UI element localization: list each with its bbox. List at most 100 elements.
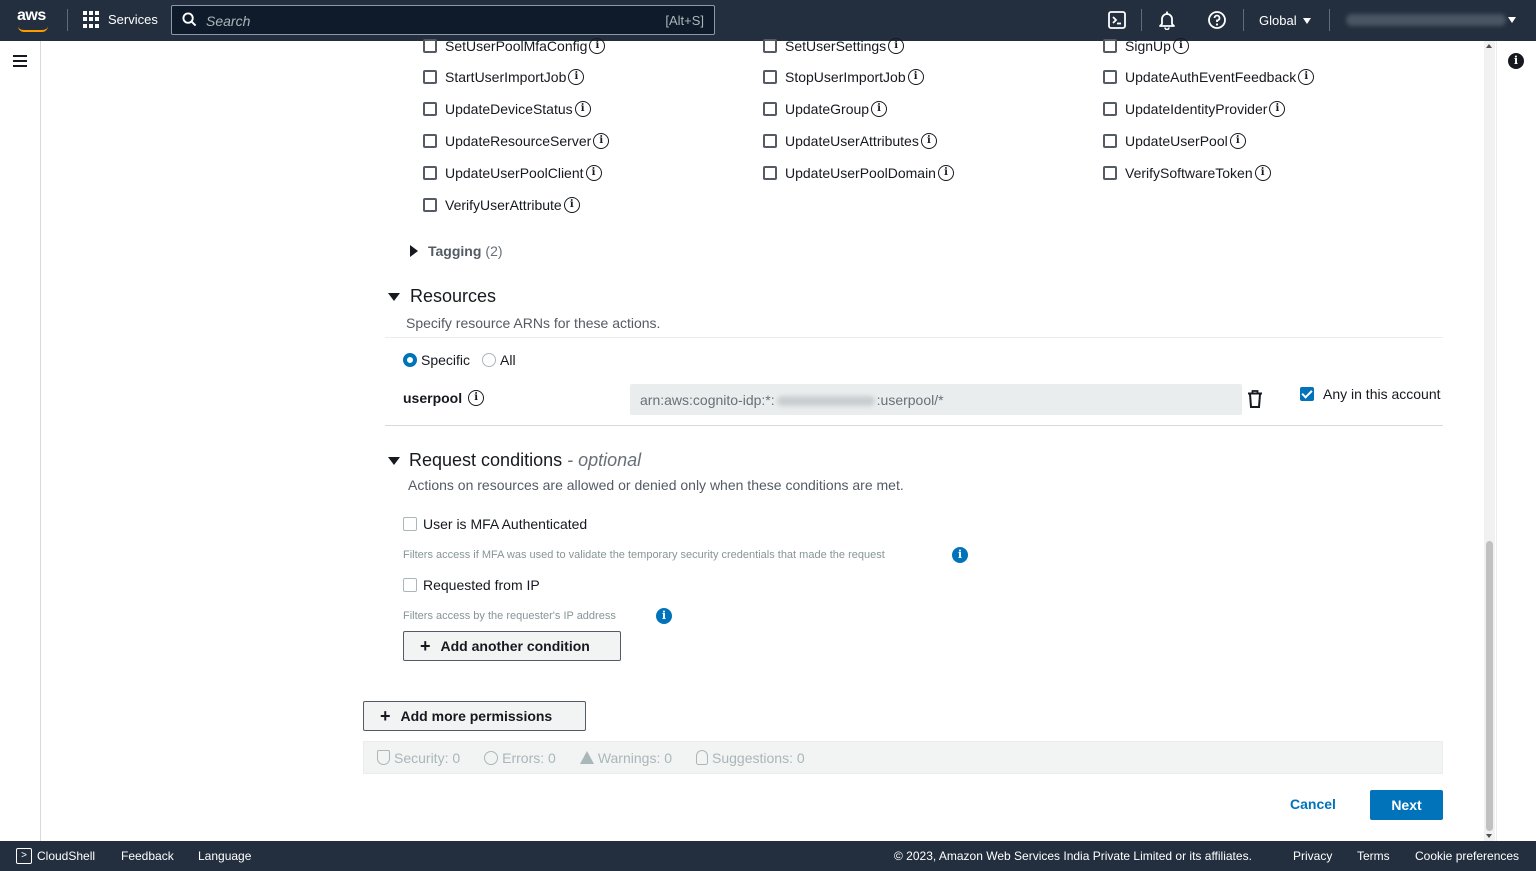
scroll-thumb[interactable] bbox=[1486, 541, 1493, 831]
footer-language-link[interactable]: Language bbox=[198, 849, 251, 863]
footer-cloudshell-link[interactable]: CloudShell bbox=[37, 849, 95, 863]
checkbox[interactable] bbox=[1103, 102, 1117, 116]
next-button[interactable]: Next bbox=[1370, 790, 1443, 820]
cloudshell-icon[interactable]: > bbox=[16, 848, 32, 864]
tagging-count: (2) bbox=[485, 243, 503, 259]
checkbox[interactable] bbox=[763, 166, 777, 180]
info-icon[interactable]: i bbox=[888, 38, 905, 54]
arn-input[interactable]: arn:aws:cognito-idp:*::userpool/* bbox=[630, 384, 1242, 415]
checkbox[interactable] bbox=[423, 198, 437, 212]
checkbox[interactable] bbox=[763, 39, 777, 53]
checkbox[interactable] bbox=[423, 39, 437, 53]
info-icon[interactable]: i bbox=[1269, 101, 1286, 117]
info-icon[interactable]: i bbox=[563, 197, 580, 213]
info-icon[interactable]: i bbox=[593, 133, 610, 149]
footer-feedback-link[interactable]: Feedback bbox=[121, 849, 174, 863]
checkbox[interactable] bbox=[1103, 70, 1117, 84]
info-icon[interactable]: i bbox=[656, 608, 672, 624]
action-checkbox[interactable]: UpdateUserPool i bbox=[1103, 132, 1246, 150]
mfa-condition[interactable]: User is MFA Authenticated bbox=[403, 516, 587, 532]
security-status[interactable]: Security: 0 bbox=[377, 750, 460, 766]
right-panel: i bbox=[1496, 41, 1536, 841]
errors-status[interactable]: Errors: 0 bbox=[484, 750, 556, 766]
checkbox[interactable] bbox=[763, 134, 777, 148]
action-checkbox[interactable]: UpdateGroup i bbox=[763, 100, 888, 118]
account-menu[interactable] bbox=[1346, 14, 1506, 26]
action-checkbox[interactable]: UpdateIdentityProvider i bbox=[1103, 100, 1286, 118]
checkbox[interactable] bbox=[423, 134, 437, 148]
checkbox[interactable] bbox=[403, 578, 417, 592]
resources-expander[interactable]: Resources bbox=[388, 286, 496, 307]
checkbox[interactable] bbox=[1103, 166, 1117, 180]
action-checkbox[interactable]: SetUserPoolMfaConfig i bbox=[423, 37, 606, 55]
search-input[interactable]: Search [Alt+S] bbox=[171, 5, 715, 35]
tagging-expander[interactable]: Tagging (2) bbox=[410, 243, 503, 259]
info-icon[interactable]: i bbox=[574, 101, 591, 117]
suggestions-status[interactable]: Suggestions: 0 bbox=[696, 750, 805, 766]
info-icon[interactable]: i bbox=[1229, 133, 1246, 149]
nav-divider bbox=[67, 9, 68, 31]
menu-icon[interactable] bbox=[13, 55, 27, 67]
info-panel-icon[interactable]: i bbox=[1508, 53, 1524, 69]
checkbox[interactable] bbox=[423, 70, 437, 84]
action-checkbox[interactable]: StartUserImportJob i bbox=[423, 68, 585, 86]
action-checkbox[interactable]: VerifyUserAttribute i bbox=[423, 196, 580, 214]
action-label: StopUserImportJob bbox=[785, 69, 906, 85]
info-icon[interactable]: i bbox=[585, 165, 602, 181]
info-icon[interactable]: i bbox=[920, 133, 937, 149]
action-checkbox[interactable]: SetUserSettings i bbox=[763, 37, 905, 55]
cloudshell-icon[interactable] bbox=[1107, 10, 1127, 30]
add-condition-button[interactable]: + Add another condition bbox=[403, 631, 621, 661]
warnings-status[interactable]: Warnings: 0 bbox=[579, 750, 672, 766]
action-checkbox[interactable]: UpdateUserAttributes i bbox=[763, 132, 937, 150]
info-icon[interactable]: i bbox=[1254, 165, 1271, 181]
info-icon[interactable]: i bbox=[1172, 38, 1189, 54]
checkbox[interactable] bbox=[1103, 39, 1117, 53]
action-checkbox[interactable]: VerifySoftwareToken i bbox=[1103, 164, 1271, 182]
info-icon[interactable]: i bbox=[589, 38, 606, 54]
scroll-down-arrow[interactable] bbox=[1486, 834, 1492, 838]
info-icon[interactable]: i bbox=[937, 165, 954, 181]
action-checkbox[interactable]: SignUp i bbox=[1103, 37, 1189, 55]
radio-specific[interactable] bbox=[403, 353, 417, 367]
bell-icon[interactable] bbox=[1157, 10, 1177, 30]
aws-logo[interactable]: aws bbox=[17, 7, 51, 33]
checkbox[interactable] bbox=[1103, 134, 1117, 148]
scrollbar[interactable] bbox=[1484, 41, 1495, 841]
action-checkbox[interactable]: UpdateResourceServer i bbox=[423, 132, 610, 150]
checkbox[interactable] bbox=[763, 70, 777, 84]
action-checkbox[interactable]: UpdateAuthEventFeedback i bbox=[1103, 68, 1315, 86]
info-icon[interactable]: i bbox=[907, 69, 924, 85]
ip-condition[interactable]: Requested from IP bbox=[403, 577, 540, 593]
scroll-up-arrow[interactable] bbox=[1486, 44, 1492, 48]
footer-cookie-link[interactable]: Cookie preferences bbox=[1415, 849, 1519, 863]
info-icon[interactable]: i bbox=[468, 390, 485, 406]
any-account-checkbox[interactable]: Any in this account bbox=[1300, 386, 1441, 402]
checkbox-checked[interactable] bbox=[1300, 387, 1314, 401]
request-conditions-expander[interactable]: Request conditions - optional bbox=[388, 450, 641, 471]
help-icon[interactable] bbox=[1207, 10, 1227, 30]
warning-icon bbox=[579, 751, 594, 764]
action-checkbox[interactable]: StopUserImportJob i bbox=[763, 68, 924, 86]
footer-terms-link[interactable]: Terms bbox=[1357, 849, 1390, 863]
services-menu-button[interactable]: Services bbox=[83, 11, 158, 28]
checkbox[interactable] bbox=[403, 517, 417, 531]
info-icon[interactable]: i bbox=[952, 547, 968, 563]
info-icon[interactable]: i bbox=[568, 69, 585, 85]
info-icon[interactable]: i bbox=[1298, 69, 1315, 85]
action-checkbox[interactable]: UpdateDeviceStatus i bbox=[423, 100, 591, 118]
action-checkbox[interactable]: UpdateUserPoolClient i bbox=[423, 164, 602, 182]
region-selector[interactable]: Global bbox=[1259, 13, 1311, 28]
checkbox[interactable] bbox=[423, 102, 437, 116]
info-icon[interactable]: i bbox=[871, 101, 888, 117]
trash-icon[interactable] bbox=[1247, 390, 1263, 408]
radio-all[interactable] bbox=[482, 353, 497, 367]
add-more-permissions-button[interactable]: + Add more permissions bbox=[363, 701, 586, 731]
footer-privacy-link[interactable]: Privacy bbox=[1293, 849, 1332, 863]
radio-specific-label[interactable]: Specific bbox=[421, 352, 470, 368]
radio-all-label[interactable]: All bbox=[500, 352, 516, 368]
checkbox[interactable] bbox=[763, 102, 777, 116]
action-checkbox[interactable]: UpdateUserPoolDomain i bbox=[763, 164, 954, 182]
checkbox[interactable] bbox=[423, 166, 437, 180]
cancel-button[interactable]: Cancel bbox=[1290, 796, 1336, 812]
